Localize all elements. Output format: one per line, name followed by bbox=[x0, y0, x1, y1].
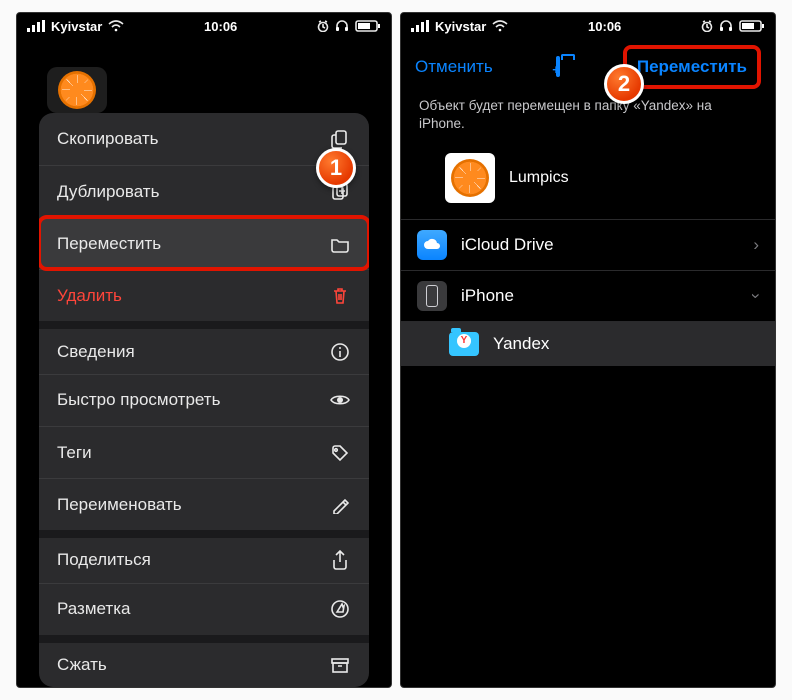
menu-item-compress[interactable]: Сжать bbox=[39, 635, 369, 687]
menu-item-tags[interactable]: Теги bbox=[39, 426, 369, 478]
menu-item-markup[interactable]: Разметка bbox=[39, 583, 369, 635]
alarm-icon bbox=[701, 20, 713, 32]
step-badge-1: 1 bbox=[316, 148, 356, 188]
context-menu: Скопировать Дублировать Переместить Удал… bbox=[39, 113, 369, 687]
file-to-move: Lumpics bbox=[401, 145, 775, 219]
location-iphone[interactable]: iPhone › bbox=[401, 271, 775, 322]
markup-icon bbox=[329, 599, 351, 619]
move-header: Отменить Переместить bbox=[401, 39, 775, 95]
location-label: Yandex bbox=[493, 334, 549, 354]
menu-label: Переместить bbox=[57, 234, 161, 254]
clock-label: 10:06 bbox=[204, 19, 237, 34]
clock-label: 10:06 bbox=[588, 19, 621, 34]
location-yandex[interactable]: Yandex bbox=[401, 322, 775, 366]
headphones-icon bbox=[335, 20, 349, 32]
file-thumbnail bbox=[445, 153, 495, 203]
menu-label: Поделиться bbox=[57, 550, 151, 570]
orange-icon bbox=[58, 71, 96, 109]
menu-label: Быстро просмотреть bbox=[57, 390, 220, 410]
alarm-icon bbox=[317, 20, 329, 32]
menu-label: Дублировать bbox=[57, 182, 159, 202]
wifi-icon bbox=[492, 20, 508, 32]
location-icloud[interactable]: iCloud Drive › bbox=[401, 220, 775, 271]
file-thumbnail bbox=[47, 67, 107, 113]
wifi-icon bbox=[108, 20, 124, 32]
tag-icon bbox=[329, 443, 351, 463]
menu-label: Сжать bbox=[57, 655, 107, 675]
menu-item-share[interactable]: Поделиться bbox=[39, 530, 369, 582]
phone-left: Kyivstar 10:06 Скопировать Дублировать П… bbox=[16, 12, 392, 688]
signal-icon bbox=[411, 20, 429, 32]
chevron-right-icon: › bbox=[753, 235, 759, 255]
archive-icon bbox=[329, 656, 351, 674]
menu-item-move[interactable]: Переместить bbox=[39, 217, 369, 269]
carrier-label: Kyivstar bbox=[51, 19, 102, 34]
battery-icon bbox=[739, 20, 765, 32]
menu-label: Скопировать bbox=[57, 129, 159, 149]
location-label: iPhone bbox=[461, 286, 514, 306]
new-folder-icon bbox=[556, 56, 560, 77]
battery-icon bbox=[355, 20, 381, 32]
menu-label: Теги bbox=[57, 443, 92, 463]
file-name-label: Lumpics bbox=[509, 169, 569, 187]
chevron-down-icon: › bbox=[746, 294, 766, 300]
headphones-icon bbox=[719, 20, 733, 32]
step-badge-2: 2 bbox=[604, 64, 644, 104]
status-bar: Kyivstar 10:06 bbox=[401, 13, 775, 39]
phone-right: Kyivstar 10:06 Отменить Переместить Объе… bbox=[400, 12, 776, 688]
yandex-folder-icon bbox=[449, 332, 479, 356]
iphone-icon bbox=[417, 281, 447, 311]
icloud-icon bbox=[417, 230, 447, 260]
status-bar: Kyivstar 10:06 bbox=[17, 13, 391, 39]
eye-icon bbox=[329, 392, 351, 408]
cancel-button[interactable]: Отменить bbox=[415, 57, 493, 77]
copy-icon bbox=[329, 129, 351, 149]
menu-label: Удалить bbox=[57, 286, 122, 306]
menu-label: Сведения bbox=[57, 342, 135, 362]
menu-item-info[interactable]: Сведения bbox=[39, 321, 369, 373]
new-folder-button[interactable] bbox=[556, 58, 560, 76]
info-icon bbox=[329, 342, 351, 362]
menu-item-quicklook[interactable]: Быстро просмотреть bbox=[39, 374, 369, 426]
pencil-icon bbox=[329, 496, 351, 514]
orange-icon bbox=[451, 159, 489, 197]
share-icon bbox=[329, 549, 351, 571]
menu-label: Разметка bbox=[57, 599, 130, 619]
folder-icon bbox=[329, 235, 351, 253]
carrier-label: Kyivstar bbox=[435, 19, 486, 34]
location-label: iCloud Drive bbox=[461, 235, 554, 255]
move-description: Объект будет перемещен в папку «Yandex» … bbox=[401, 95, 775, 145]
locations-list: iCloud Drive › iPhone › Yandex bbox=[401, 219, 775, 366]
trash-icon bbox=[329, 286, 351, 306]
signal-icon bbox=[27, 20, 45, 32]
menu-label: Переименовать bbox=[57, 495, 182, 515]
menu-item-rename[interactable]: Переименовать bbox=[39, 478, 369, 530]
menu-item-delete[interactable]: Удалить bbox=[39, 269, 369, 321]
